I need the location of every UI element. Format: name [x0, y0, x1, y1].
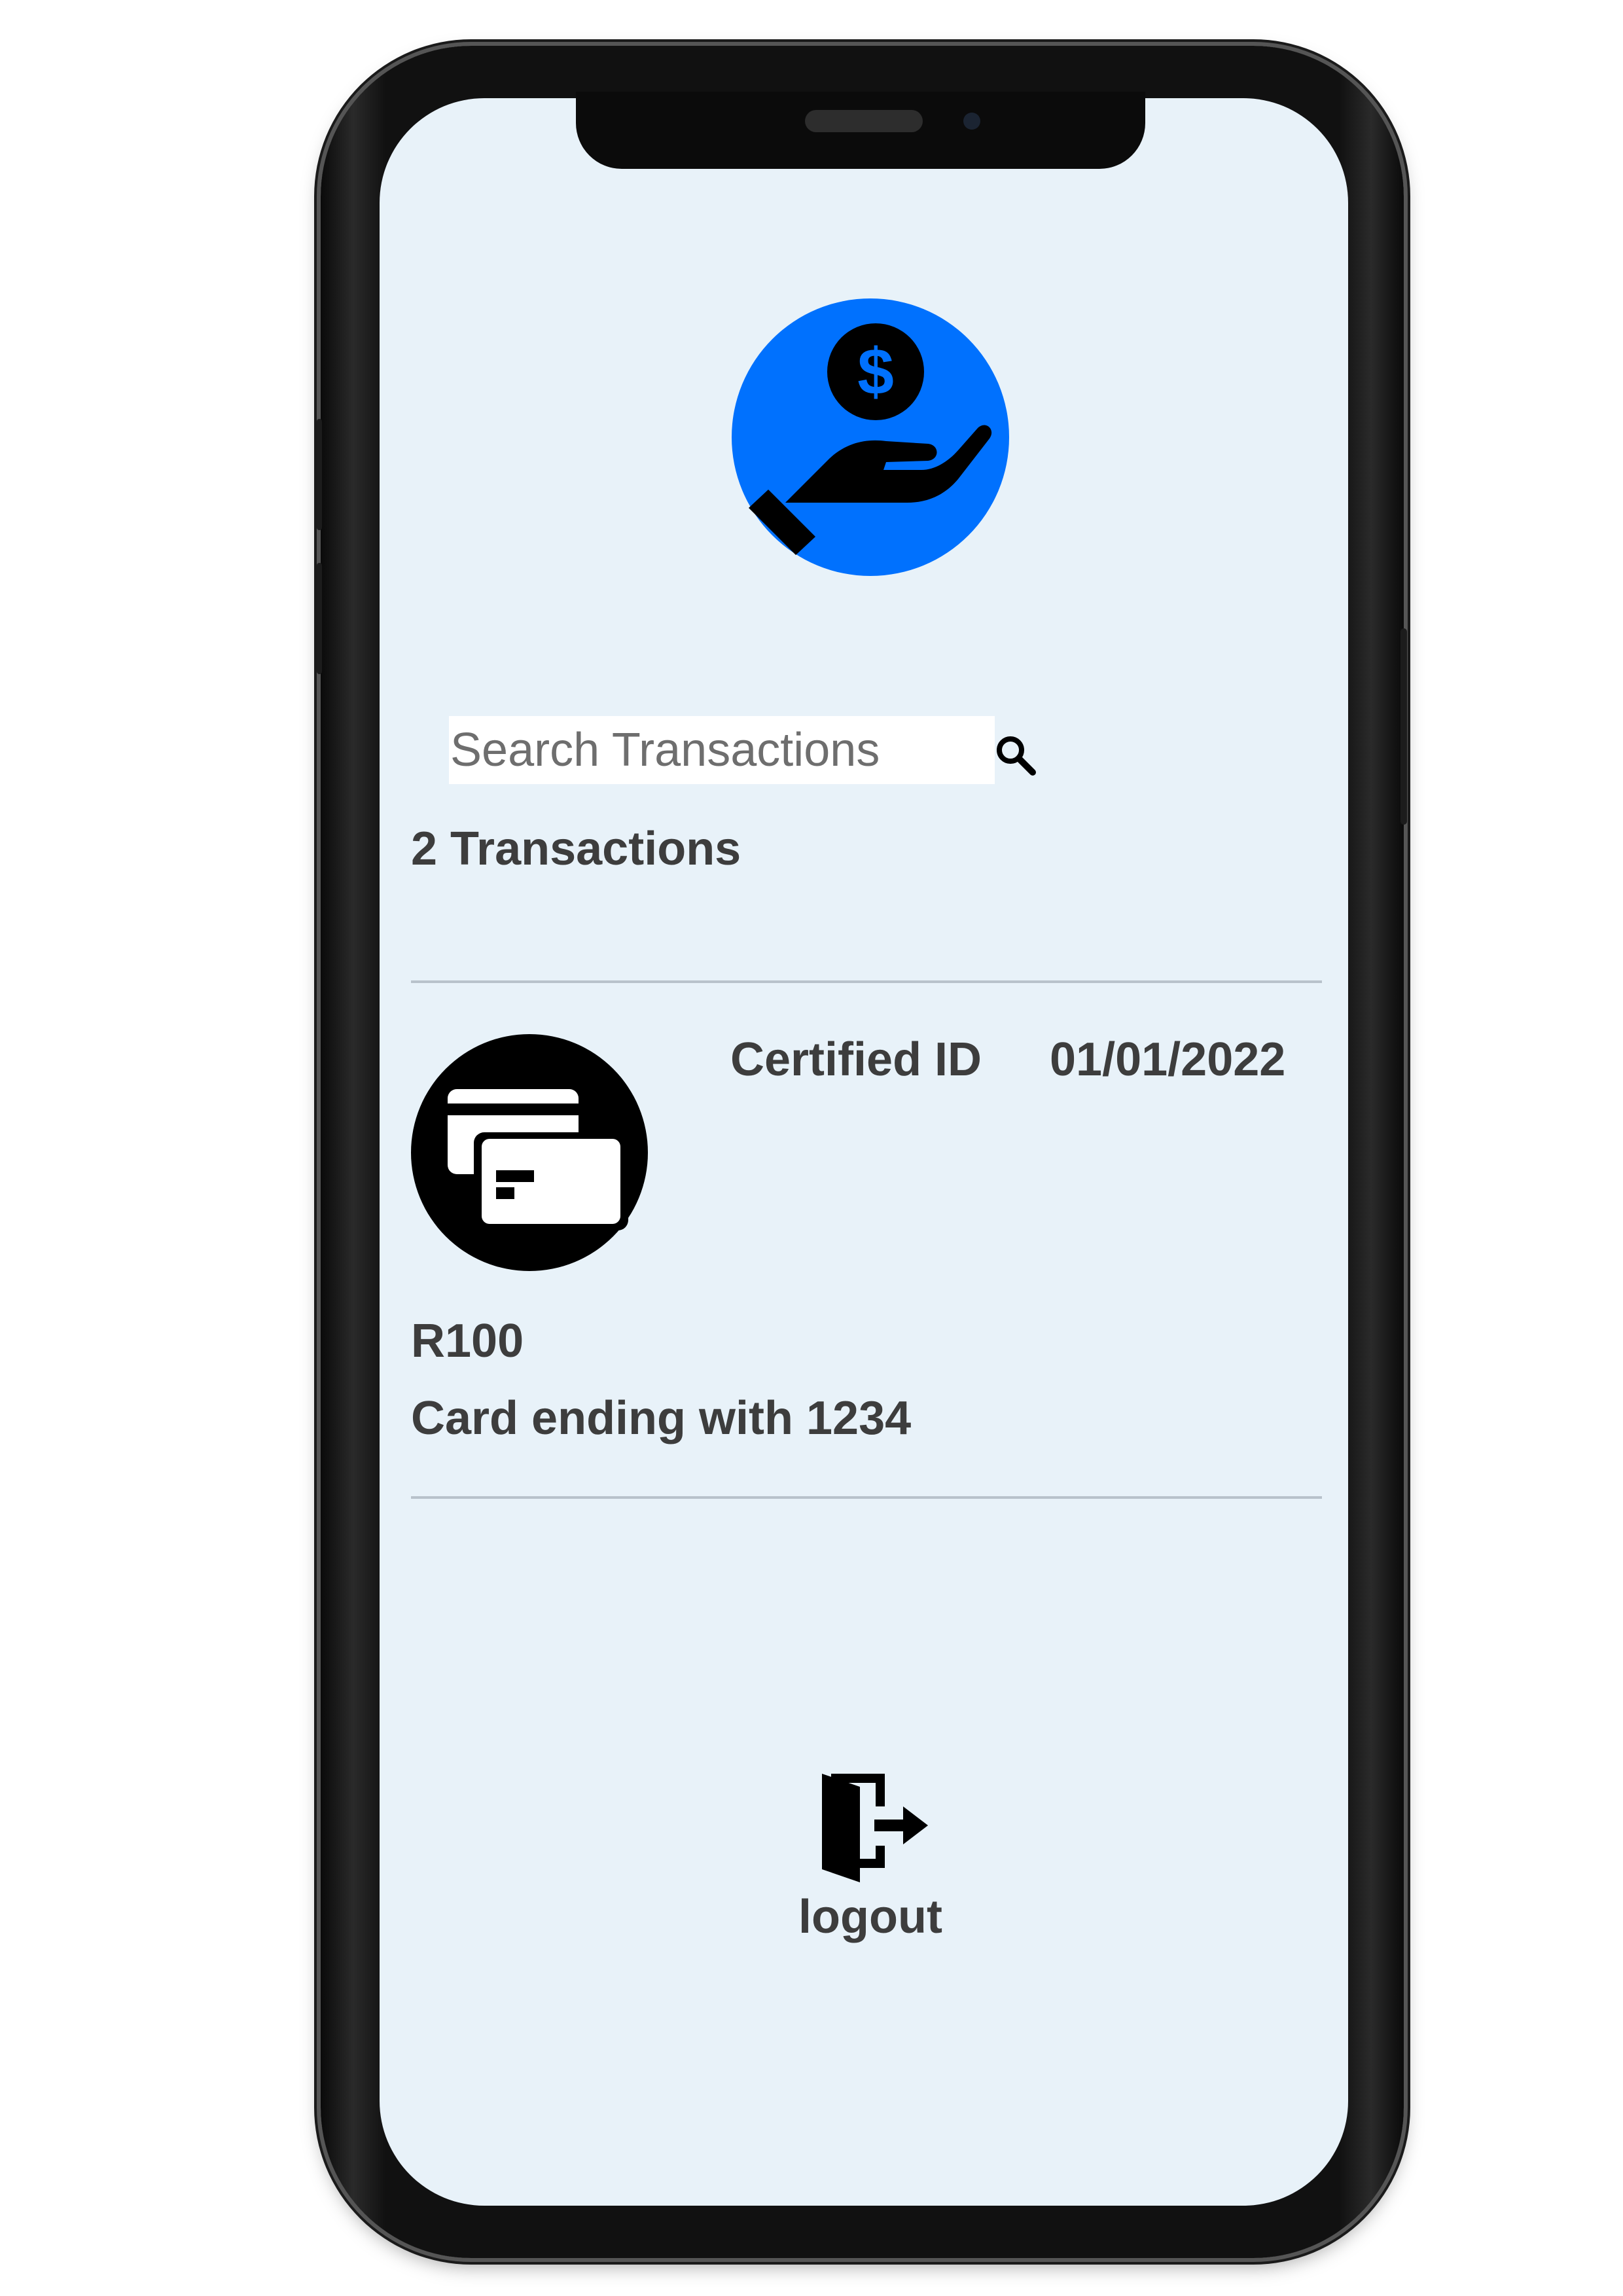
volume-button — [317, 563, 322, 674]
app-logo: $ — [732, 298, 1009, 576]
page: $ 2 Transactions Certified ID 01/01/2022… — [0, 0, 1623, 2296]
front-camera — [963, 113, 980, 130]
search-input[interactable] — [449, 716, 995, 784]
transaction-card: Card ending with 1234 — [411, 1392, 912, 1444]
credit-cards-icon — [448, 1089, 628, 1230]
power-button — [1400, 628, 1407, 825]
transaction-icon — [411, 1034, 648, 1271]
transaction-count: 2 Transactions — [411, 823, 741, 875]
logout-door-icon — [822, 1774, 928, 1882]
logout-label: logout — [798, 1891, 942, 1943]
logout-button[interactable]: logout — [759, 1767, 982, 1964]
transaction-amount: R100 — [411, 1315, 524, 1367]
transaction-date: 01/01/2022 — [1050, 1033, 1286, 1086]
divider — [411, 1496, 1322, 1499]
volume-button — [317, 419, 322, 530]
hand-holding-dollar-icon: $ — [749, 323, 992, 555]
transaction-title: Certified ID — [730, 1033, 982, 1086]
speaker — [805, 110, 923, 132]
divider — [411, 980, 1322, 983]
search-icon[interactable] — [992, 732, 1039, 779]
svg-text:$: $ — [857, 335, 894, 408]
